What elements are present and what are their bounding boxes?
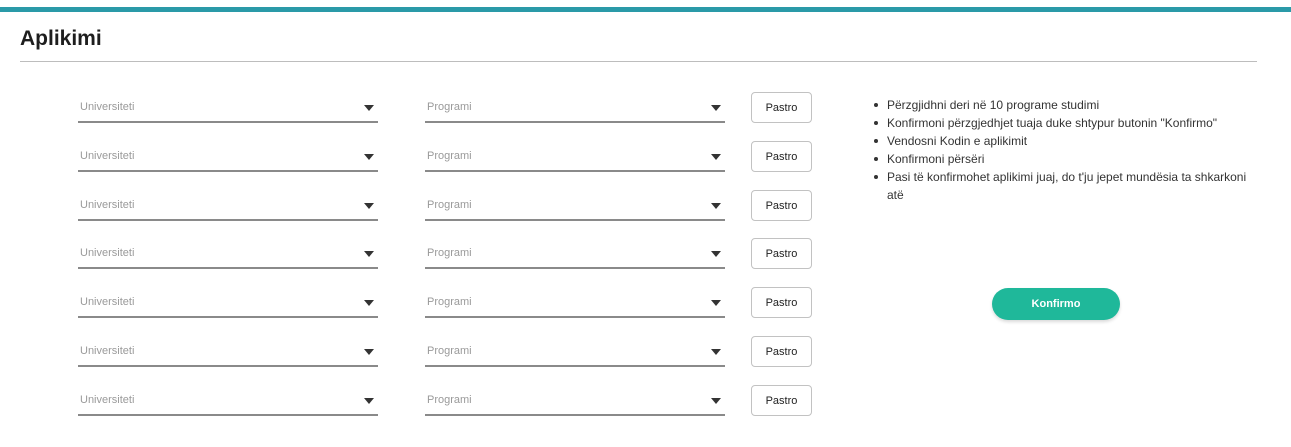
bullet-icon: [874, 121, 878, 125]
bullet-icon: [874, 103, 878, 107]
program-select[interactable]: Programi: [425, 384, 725, 416]
program-placeholder: Programi: [427, 247, 472, 259]
program-select[interactable]: Programi: [425, 286, 725, 318]
caret-down-icon: [364, 105, 374, 111]
university-placeholder: Universiteti: [80, 247, 135, 259]
selection-row: Universiteti Programi Pastro: [0, 189, 840, 225]
caret-down-icon: [711, 154, 721, 160]
university-select[interactable]: Universiteti: [78, 286, 378, 318]
selection-row: Universiteti Programi Pastro: [0, 384, 840, 420]
instruction-text: Vendosni Kodin e aplikimit: [887, 134, 1028, 148]
instruction-item: Pasi të konfirmohet aplikimi juaj, do t'…: [872, 168, 1252, 204]
program-placeholder: Programi: [427, 101, 472, 113]
university-select[interactable]: Universiteti: [78, 189, 378, 221]
caret-down-icon: [364, 154, 374, 160]
clear-button[interactable]: Pastro: [751, 92, 812, 123]
instruction-item: Vendosni Kodin e aplikimit: [872, 132, 1252, 150]
selection-row: Universiteti Programi Pastro: [0, 140, 840, 176]
selection-row: Universiteti Programi Pastro: [0, 286, 840, 322]
instruction-text: Konfirmoni përsëri: [887, 152, 985, 166]
top-accent-bar: [0, 7, 1291, 12]
program-placeholder: Programi: [427, 199, 472, 211]
title-divider: [20, 61, 1257, 62]
selection-row: Universiteti Programi Pastro: [0, 335, 840, 371]
bullet-icon: [874, 139, 878, 143]
bullet-icon: [874, 175, 878, 179]
university-placeholder: Universiteti: [80, 199, 135, 211]
university-placeholder: Universiteti: [80, 394, 135, 406]
university-select[interactable]: Universiteti: [78, 335, 378, 367]
instruction-item: Konfirmoni përzgjedhjet tuaja duke shtyp…: [872, 114, 1252, 132]
clear-button[interactable]: Pastro: [751, 190, 812, 221]
program-placeholder: Programi: [427, 345, 472, 357]
clear-button[interactable]: Pastro: [751, 238, 812, 269]
university-select[interactable]: Universiteti: [78, 140, 378, 172]
clear-button[interactable]: Pastro: [751, 287, 812, 318]
university-placeholder: Universiteti: [80, 150, 135, 162]
university-select[interactable]: Universiteti: [78, 384, 378, 416]
caret-down-icon: [711, 251, 721, 257]
university-select[interactable]: Universiteti: [78, 91, 378, 123]
program-select[interactable]: Programi: [425, 335, 725, 367]
instruction-text: Përzgjidhni deri në 10 programe studimi: [887, 98, 1100, 112]
caret-down-icon: [364, 398, 374, 404]
instruction-item: Konfirmoni përsëri: [872, 150, 1252, 168]
program-placeholder: Programi: [427, 150, 472, 162]
clear-button[interactable]: Pastro: [751, 141, 812, 172]
caret-down-icon: [711, 105, 721, 111]
clear-button[interactable]: Pastro: [751, 336, 812, 367]
bullet-icon: [874, 157, 878, 161]
university-placeholder: Universiteti: [80, 101, 135, 113]
university-placeholder: Universiteti: [80, 296, 135, 308]
caret-down-icon: [364, 251, 374, 257]
program-select[interactable]: Programi: [425, 237, 725, 269]
caret-down-icon: [711, 398, 721, 404]
confirm-button[interactable]: Konfirmo: [992, 288, 1120, 320]
caret-down-icon: [364, 300, 374, 306]
caret-down-icon: [364, 349, 374, 355]
program-select[interactable]: Programi: [425, 140, 725, 172]
program-placeholder: Programi: [427, 296, 472, 308]
program-placeholder: Programi: [427, 394, 472, 406]
caret-down-icon: [711, 203, 721, 209]
program-select[interactable]: Programi: [425, 189, 725, 221]
university-select[interactable]: Universiteti: [78, 237, 378, 269]
caret-down-icon: [364, 203, 374, 209]
instruction-text: Pasi të konfirmohet aplikimi juaj, do t'…: [887, 170, 1247, 202]
caret-down-icon: [711, 349, 721, 355]
program-select[interactable]: Programi: [425, 91, 725, 123]
page-title: Aplikimi: [20, 27, 102, 50]
instruction-text: Konfirmoni përzgjedhjet tuaja duke shtyp…: [887, 116, 1218, 130]
instruction-item: Përzgjidhni deri në 10 programe studimi: [872, 96, 1252, 114]
clear-button[interactable]: Pastro: [751, 385, 812, 416]
university-placeholder: Universiteti: [80, 345, 135, 357]
instructions-list: Përzgjidhni deri në 10 programe studimi …: [872, 96, 1252, 204]
caret-down-icon: [711, 300, 721, 306]
selection-row: Universiteti Programi Pastro: [0, 91, 840, 127]
selection-row: Universiteti Programi Pastro: [0, 237, 840, 273]
